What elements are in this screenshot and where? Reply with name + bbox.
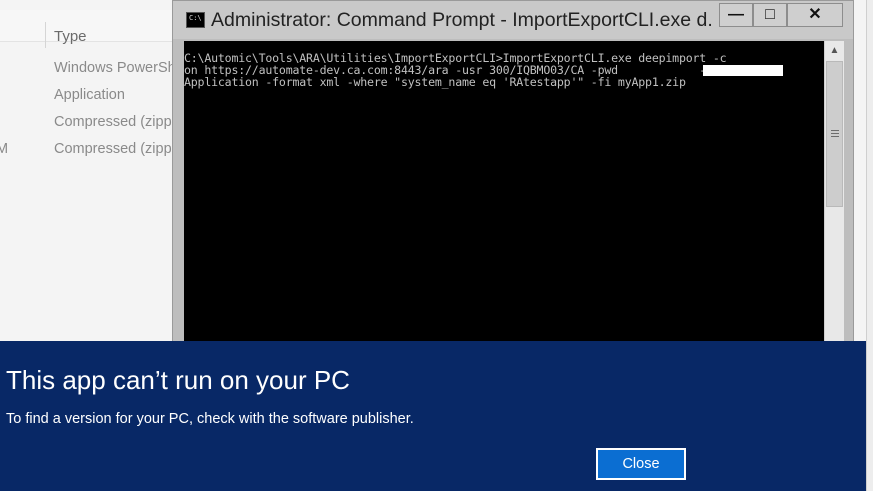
column-header-type[interactable]: Type — [54, 28, 87, 45]
cmd-title-bar[interactable]: C:\ Administrator: Command Prompt - Impo… — [173, 1, 853, 39]
scroll-up-arrow-icon[interactable]: ▲ — [825, 41, 844, 61]
minimize-button[interactable]: — — [719, 3, 753, 27]
file-row-type: Compressed (zipp — [54, 114, 172, 130]
file-row[interactable]: M Compressed (zipp — [0, 137, 180, 164]
vertical-scrollbar[interactable]: ▲ — [824, 41, 844, 361]
grip-line — [831, 130, 839, 131]
cmd-window-title: Administrator: Command Prompt - ImportEx… — [211, 9, 711, 31]
banner-message: To find a version for your PC, check wit… — [6, 411, 414, 427]
file-row-type: Compressed (zipp — [54, 141, 172, 157]
file-row-type: Application — [54, 87, 125, 103]
console-line: Application -format xml -where "system_n… — [184, 75, 686, 89]
file-row[interactable]: Compressed (zipp — [0, 110, 180, 137]
column-header-bar: Type — [0, 10, 180, 48]
column-separator[interactable] — [45, 22, 46, 48]
right-window-edge — [866, 0, 873, 491]
banner-title: This app can’t run on your PC — [6, 365, 350, 395]
console-output[interactable]: C:\Automic\Tools\ARA\Utilities\ImportExp… — [184, 41, 824, 361]
cmd-icon-text: C:\ — [189, 14, 202, 22]
cmd-icon[interactable]: C:\ — [186, 12, 205, 28]
close-window-button[interactable]: ✕ — [787, 3, 843, 27]
file-row[interactable]: Application — [0, 83, 180, 110]
file-row[interactable]: Windows PowerSh — [0, 56, 180, 83]
grip-line — [831, 136, 839, 137]
grip-line — [831, 133, 839, 134]
file-row-name: M — [0, 141, 9, 157]
app-error-banner: This app can’t run on your PC To find a … — [0, 341, 866, 491]
scroll-thumb[interactable] — [826, 61, 843, 207]
file-row-type: Windows PowerSh — [54, 60, 176, 76]
close-button[interactable]: Close — [596, 448, 686, 480]
maximize-button[interactable]: □ — [753, 3, 787, 27]
redacted-password — [703, 65, 783, 76]
command-prompt-window[interactable]: C:\ Administrator: Command Prompt - Impo… — [172, 0, 854, 361]
desktop: Type Windows PowerSh Application Compres… — [0, 0, 873, 491]
